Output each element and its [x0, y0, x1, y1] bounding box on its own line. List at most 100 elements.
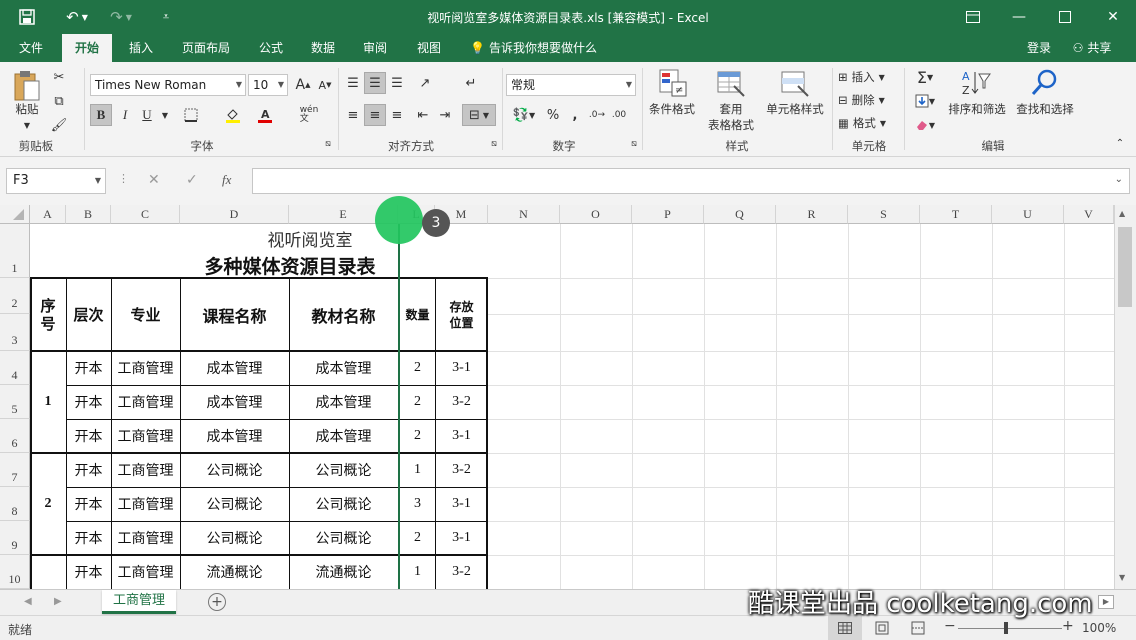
column-header[interactable]: T	[920, 205, 992, 224]
column-header[interactable]: A	[30, 205, 66, 224]
close-icon[interactable]: ✕	[1090, 0, 1136, 34]
cell-location[interactable]: 3-2	[435, 385, 488, 419]
cell-major[interactable]: 工商管理	[111, 521, 180, 555]
zoom-slider-handle[interactable]	[1004, 622, 1008, 634]
column-header[interactable]: D	[180, 205, 289, 224]
cell-location[interactable]: 3-1	[435, 351, 488, 385]
sort-filter-label[interactable]: 排序和筛选	[944, 102, 1010, 117]
cell-major[interactable]: 工商管理	[111, 487, 180, 521]
row-header[interactable]: 8	[0, 487, 30, 521]
align-top-icon[interactable]: ☰	[342, 72, 364, 94]
collapse-ribbon-icon[interactable]: ⌃	[1112, 136, 1128, 150]
sheet-next-icon[interactable]: ▶	[54, 596, 62, 607]
row-header[interactable]: 9	[0, 521, 30, 555]
cell-qty[interactable]: 3	[400, 487, 435, 521]
tab-view[interactable]: 视图	[408, 34, 450, 62]
find-select-label[interactable]: 查找和选择	[1010, 102, 1080, 117]
expand-formula-icon[interactable]: ⌄	[1115, 174, 1123, 185]
increase-font-icon[interactable]: A ▲	[292, 74, 314, 96]
align-right-icon[interactable]: ≡	[386, 104, 408, 126]
find-select-icon[interactable]	[1028, 66, 1062, 100]
row-header[interactable]: 7	[0, 453, 30, 487]
format-as-table-icon[interactable]	[714, 66, 748, 100]
scroll-thumb[interactable]	[1118, 227, 1132, 307]
column-header[interactable]: B	[66, 205, 111, 224]
cell-level[interactable]: 开本	[66, 487, 111, 521]
font-color-icon[interactable]: A	[254, 104, 276, 126]
bold-button[interactable]: B	[90, 104, 112, 126]
cell-book[interactable]: 公司概论	[289, 487, 398, 521]
column-header[interactable]: N	[488, 205, 560, 224]
tell-me-box[interactable]: 💡 告诉我你想要做什么	[470, 34, 610, 62]
cell-qty[interactable]: 2	[400, 521, 435, 555]
align-center-icon[interactable]: ≡	[364, 104, 386, 126]
page-break-view-icon[interactable]	[910, 621, 926, 638]
comma-style-button[interactable]: ,	[564, 104, 586, 126]
cell-course[interactable]: 成本管理	[180, 419, 289, 453]
cell-major[interactable]: 工商管理	[111, 351, 180, 385]
align-middle-icon[interactable]: ☰	[364, 72, 386, 94]
autosum-icon[interactable]: Σ ▼	[910, 66, 940, 88]
sort-filter-icon[interactable]: AZ	[958, 66, 994, 100]
cell-qty[interactable]: 2	[400, 351, 435, 385]
fill-icon[interactable]: ▼	[910, 90, 940, 112]
cell-level[interactable]: 开本	[66, 385, 111, 419]
cell-qty[interactable]: 2	[400, 385, 435, 419]
cell-book[interactable]: 成本管理	[289, 351, 398, 385]
cell-course[interactable]: 公司概论	[180, 521, 289, 555]
chevron-down-icon[interactable]: ▼	[154, 104, 176, 126]
formula-input[interactable]: ⌄	[252, 168, 1130, 194]
cell-qty[interactable]: 1	[400, 453, 435, 487]
row-header[interactable]: 3	[0, 314, 30, 351]
number-dialog-launcher-icon[interactable]: ⧅	[628, 138, 640, 150]
insert-cells-button[interactable]: ⊞ 插入 ▼	[838, 68, 885, 86]
decrease-indent-icon[interactable]: ⇤	[412, 104, 434, 126]
increase-indent-icon[interactable]: ⇥	[434, 104, 456, 126]
zoom-out-icon[interactable]: −	[944, 618, 956, 634]
borders-icon[interactable]	[180, 104, 202, 126]
cell-course[interactable]: 成本管理	[180, 385, 289, 419]
align-left-icon[interactable]: ≡	[342, 104, 364, 126]
paste-icon[interactable]	[10, 68, 44, 104]
format-as-table-label-2[interactable]: 表格格式	[700, 118, 762, 133]
tab-data[interactable]: 数据	[302, 34, 344, 62]
scroll-right-icon[interactable]: ▶	[1098, 595, 1114, 609]
wrap-text-icon[interactable]: ↵	[460, 72, 482, 94]
alignment-dialog-launcher-icon[interactable]: ⧅	[488, 138, 500, 150]
row-header[interactable]: 1	[0, 224, 30, 278]
column-header[interactable]: O	[560, 205, 632, 224]
clear-icon[interactable]: ▼	[910, 114, 940, 136]
cell-major[interactable]: 工商管理	[111, 453, 180, 487]
cell-location[interactable]: 3-2	[435, 453, 488, 487]
tab-insert[interactable]: 插入	[118, 34, 164, 62]
cell-location[interactable]: 3-2	[435, 555, 488, 589]
insert-function-button[interactable]: fx	[222, 172, 231, 188]
cell-course[interactable]: 流通概论	[180, 555, 289, 589]
cell-book[interactable]: 公司概论	[289, 453, 398, 487]
cell-qty[interactable]: 1	[400, 555, 435, 589]
cell-qty[interactable]: 2	[400, 419, 435, 453]
cell-course[interactable]: 公司概论	[180, 453, 289, 487]
tab-page-layout[interactable]: 页面布局	[172, 34, 240, 62]
cell-level[interactable]: 开本	[66, 453, 111, 487]
column-header[interactable]: S	[848, 205, 920, 224]
zoom-level[interactable]: 100%	[1082, 621, 1116, 635]
cell-course[interactable]: 公司概论	[180, 487, 289, 521]
cell-level[interactable]: 开本	[66, 419, 111, 453]
orientation-icon[interactable]: ↗	[414, 72, 436, 94]
increase-decimal-icon[interactable]: .0→	[586, 104, 608, 126]
column-header[interactable]: C	[111, 205, 180, 224]
page-layout-view-icon[interactable]	[874, 621, 890, 638]
cell-book[interactable]: 流通概论	[289, 555, 398, 589]
enter-icon[interactable]: ✓	[186, 172, 198, 188]
cell-location[interactable]: 3-1	[435, 419, 488, 453]
row-header[interactable]: 10	[0, 555, 30, 589]
align-bottom-icon[interactable]: ☰	[386, 72, 408, 94]
phonetic-icon[interactable]: wén 文	[298, 104, 320, 126]
sheet-prev-icon[interactable]: ◀	[24, 596, 32, 607]
cell-major[interactable]: 工商管理	[111, 419, 180, 453]
fill-color-icon[interactable]	[222, 104, 244, 126]
tab-home[interactable]: 开始	[62, 34, 112, 62]
tab-file[interactable]: 文件	[8, 34, 54, 62]
cell-major[interactable]: 工商管理	[111, 385, 180, 419]
